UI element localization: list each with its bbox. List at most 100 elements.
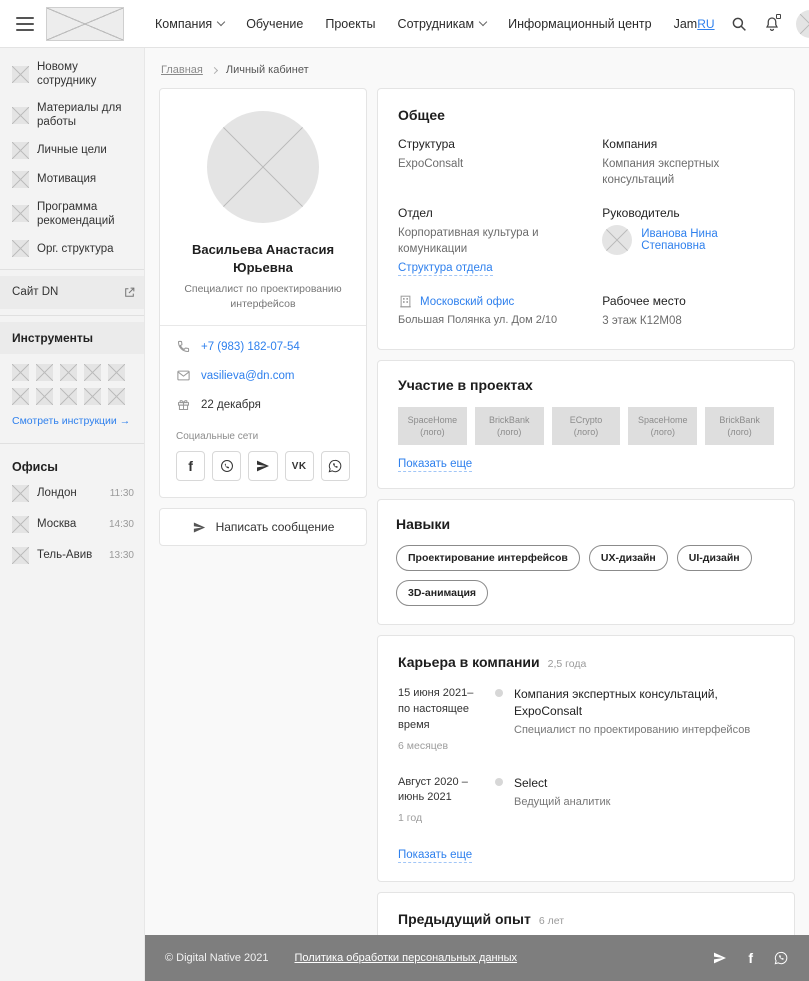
nav-item-company[interactable]: Компания [155,17,226,31]
department-structure-link[interactable]: Структура отдела [398,262,493,277]
company-value: Компания экспертных консультаций [602,158,720,187]
entry-period-text: Август 2020 – июнь 2021 [398,775,468,804]
entry-body: Select Ведущий аналитик [514,775,774,827]
entry-period: Август 2020 – июнь 2021 1 год [398,775,484,827]
entry-length: 6 месяцев [398,740,449,753]
tool-app-icon[interactable] [12,387,29,405]
profile-position: Специалист по проектированию интерфейсов [184,283,342,310]
office-link[interactable]: Московский офис [420,296,514,308]
career-card: Карьера в компании 2,5 года 15 июня 2021–… [377,635,795,882]
email-link[interactable]: vasilieva@dn.com [201,370,295,382]
tool-app-icon[interactable] [12,363,29,381]
nav-label: Проекты [325,16,376,31]
tool-app-icon[interactable] [36,363,53,381]
breadcrumb-home-link[interactable]: Главная [161,64,203,76]
office-icon [400,296,411,308]
entry-period-text: 15 июня 2021– по настоящее время [398,687,474,732]
entry-organization: Компания экспертных консультаций, ExpoCo… [514,687,718,718]
structure-label: Структура [398,137,455,151]
details-column: Общее Структура ExpoConsalt Компания Ком… [377,88,795,935]
project-logo[interactable]: SpaceHome (лого) [628,407,698,446]
tool-app-icon[interactable] [60,363,77,381]
tool-app-icon[interactable] [108,363,125,381]
career-entry: Август 2020 – июнь 2021 1 год Select Вед… [398,775,774,827]
tool-app-icon[interactable] [84,363,101,381]
office-time: 13:30 [108,549,134,561]
office-row-london: Лондон 11:30 [0,478,144,509]
sidebar-item-motivation[interactable]: Мотивация [0,165,144,194]
whatsapp-icon[interactable] [320,451,351,482]
profile-card: Васильева Анастасия Юрьевна Специалист п… [159,88,367,499]
tool-app-icon[interactable] [60,387,77,405]
bell-icon[interactable] [763,13,781,33]
sidebar-item-referral-program[interactable]: Программа рекомендаций [0,194,144,235]
birthday-row: 22 декабря [176,390,350,419]
search-icon[interactable] [730,15,748,33]
projects-title: Участие в проектах [398,377,533,394]
sidebar-item-work-materials[interactable]: Материалы для работы [0,95,144,136]
nav-item-learning[interactable]: Обучение [246,17,303,31]
previous-duration: 6 лет [538,914,565,927]
nav-item-employees[interactable]: Сотрудникам [398,17,488,31]
office-line: Московский офис [398,294,578,309]
skill-chip: Проектирование интерфейсов [396,545,580,572]
department-value: Корпоративная культура и комуникации [398,227,539,256]
nav-item-jam[interactable]: Jam [674,17,698,31]
logo-placeholder[interactable] [46,6,124,41]
manager-row: Иванова Нина Степановна [602,225,774,256]
main-content: Главная Личный кабинет Васильева Анастас… [145,48,809,981]
sidebar-item-new-employee[interactable]: Новому сотруднику [0,54,144,95]
workplace-label: Рабочее место [602,294,686,309]
viber-icon[interactable] [212,451,242,482]
menu-icon[interactable] [16,16,34,31]
nav-item-info-center[interactable]: Информационный центр [508,17,652,31]
sidebar-item-org-structure[interactable]: Орг. структура [0,234,144,263]
project-logo[interactable]: BrickBank (лого) [474,407,544,446]
tools-grid [0,354,144,413]
previous-title-text: Предыдущий опыт [398,910,531,927]
project-logo[interactable]: BrickBank (лого) [705,407,774,446]
whatsapp-icon[interactable] [773,950,789,966]
sidebar-item-personal-goals[interactable]: Личные цели [0,136,144,165]
project-name: BrickBank [488,415,530,426]
tool-app-icon[interactable] [36,387,53,405]
privacy-policy-link[interactable]: Политика обработки персональных данных [295,952,518,964]
career-title-text: Карьера в компании [398,654,540,671]
footer: © Digital Native 2021 Политика обработки… [145,935,809,981]
timeline-gutter [484,775,514,827]
facebook-glyph: f [748,949,753,966]
projects-show-more-link[interactable]: Показать еще [398,458,473,473]
office-city: Лондон [37,487,77,500]
telegram-icon[interactable] [248,451,278,482]
general-title: Общее [398,107,445,123]
tool-app-icon[interactable] [108,387,125,405]
vk-icon[interactable]: VK [284,451,314,482]
career-show-more-link[interactable]: Показать еще [398,849,473,863]
facebook-icon[interactable]: f [748,951,753,966]
nav-item-projects[interactable]: Проекты [325,17,375,31]
telegram-icon[interactable] [712,950,728,966]
project-logo[interactable]: SpaceHome (лого) [398,407,467,446]
tools-section-title: Инструменты [0,321,144,354]
manager-name-link[interactable]: Иванова Нина Степановна [641,228,774,252]
workplace-value: 3 этаж К12М08 [602,315,682,328]
career-duration: 2,5 года [547,658,587,671]
phone-link[interactable]: +7 (983) 182-07-54 [201,341,300,353]
language-switch[interactable]: RU [697,17,714,31]
sidebar-item-label: Мотивация [37,172,97,185]
birthday-value: 22 декабря [201,398,261,411]
company-label: Компания [602,137,658,151]
projects-card: Участие в проектах SpaceHome (лого) Brick… [377,360,795,490]
chevron-down-icon [216,17,226,27]
vk-glyph: VK [291,460,307,472]
sidebar-item-site-dn[interactable]: Сайт DN [0,276,144,309]
tool-app-icon[interactable] [84,387,101,405]
notification-dot [775,13,781,19]
facebook-icon[interactable]: f [176,451,206,482]
previous-experience-card: Предыдущий опыт6 лет Июнь 2019– август 2… [377,891,795,935]
project-logo[interactable]: ECrypto (лого) [551,407,621,446]
tools-instructions-link[interactable]: Смотреть инструкции → [0,415,142,437]
user-avatar[interactable] [795,9,809,38]
footer-social-icons: f [712,950,789,966]
write-message-button[interactable]: Написать сообщение [159,508,367,547]
